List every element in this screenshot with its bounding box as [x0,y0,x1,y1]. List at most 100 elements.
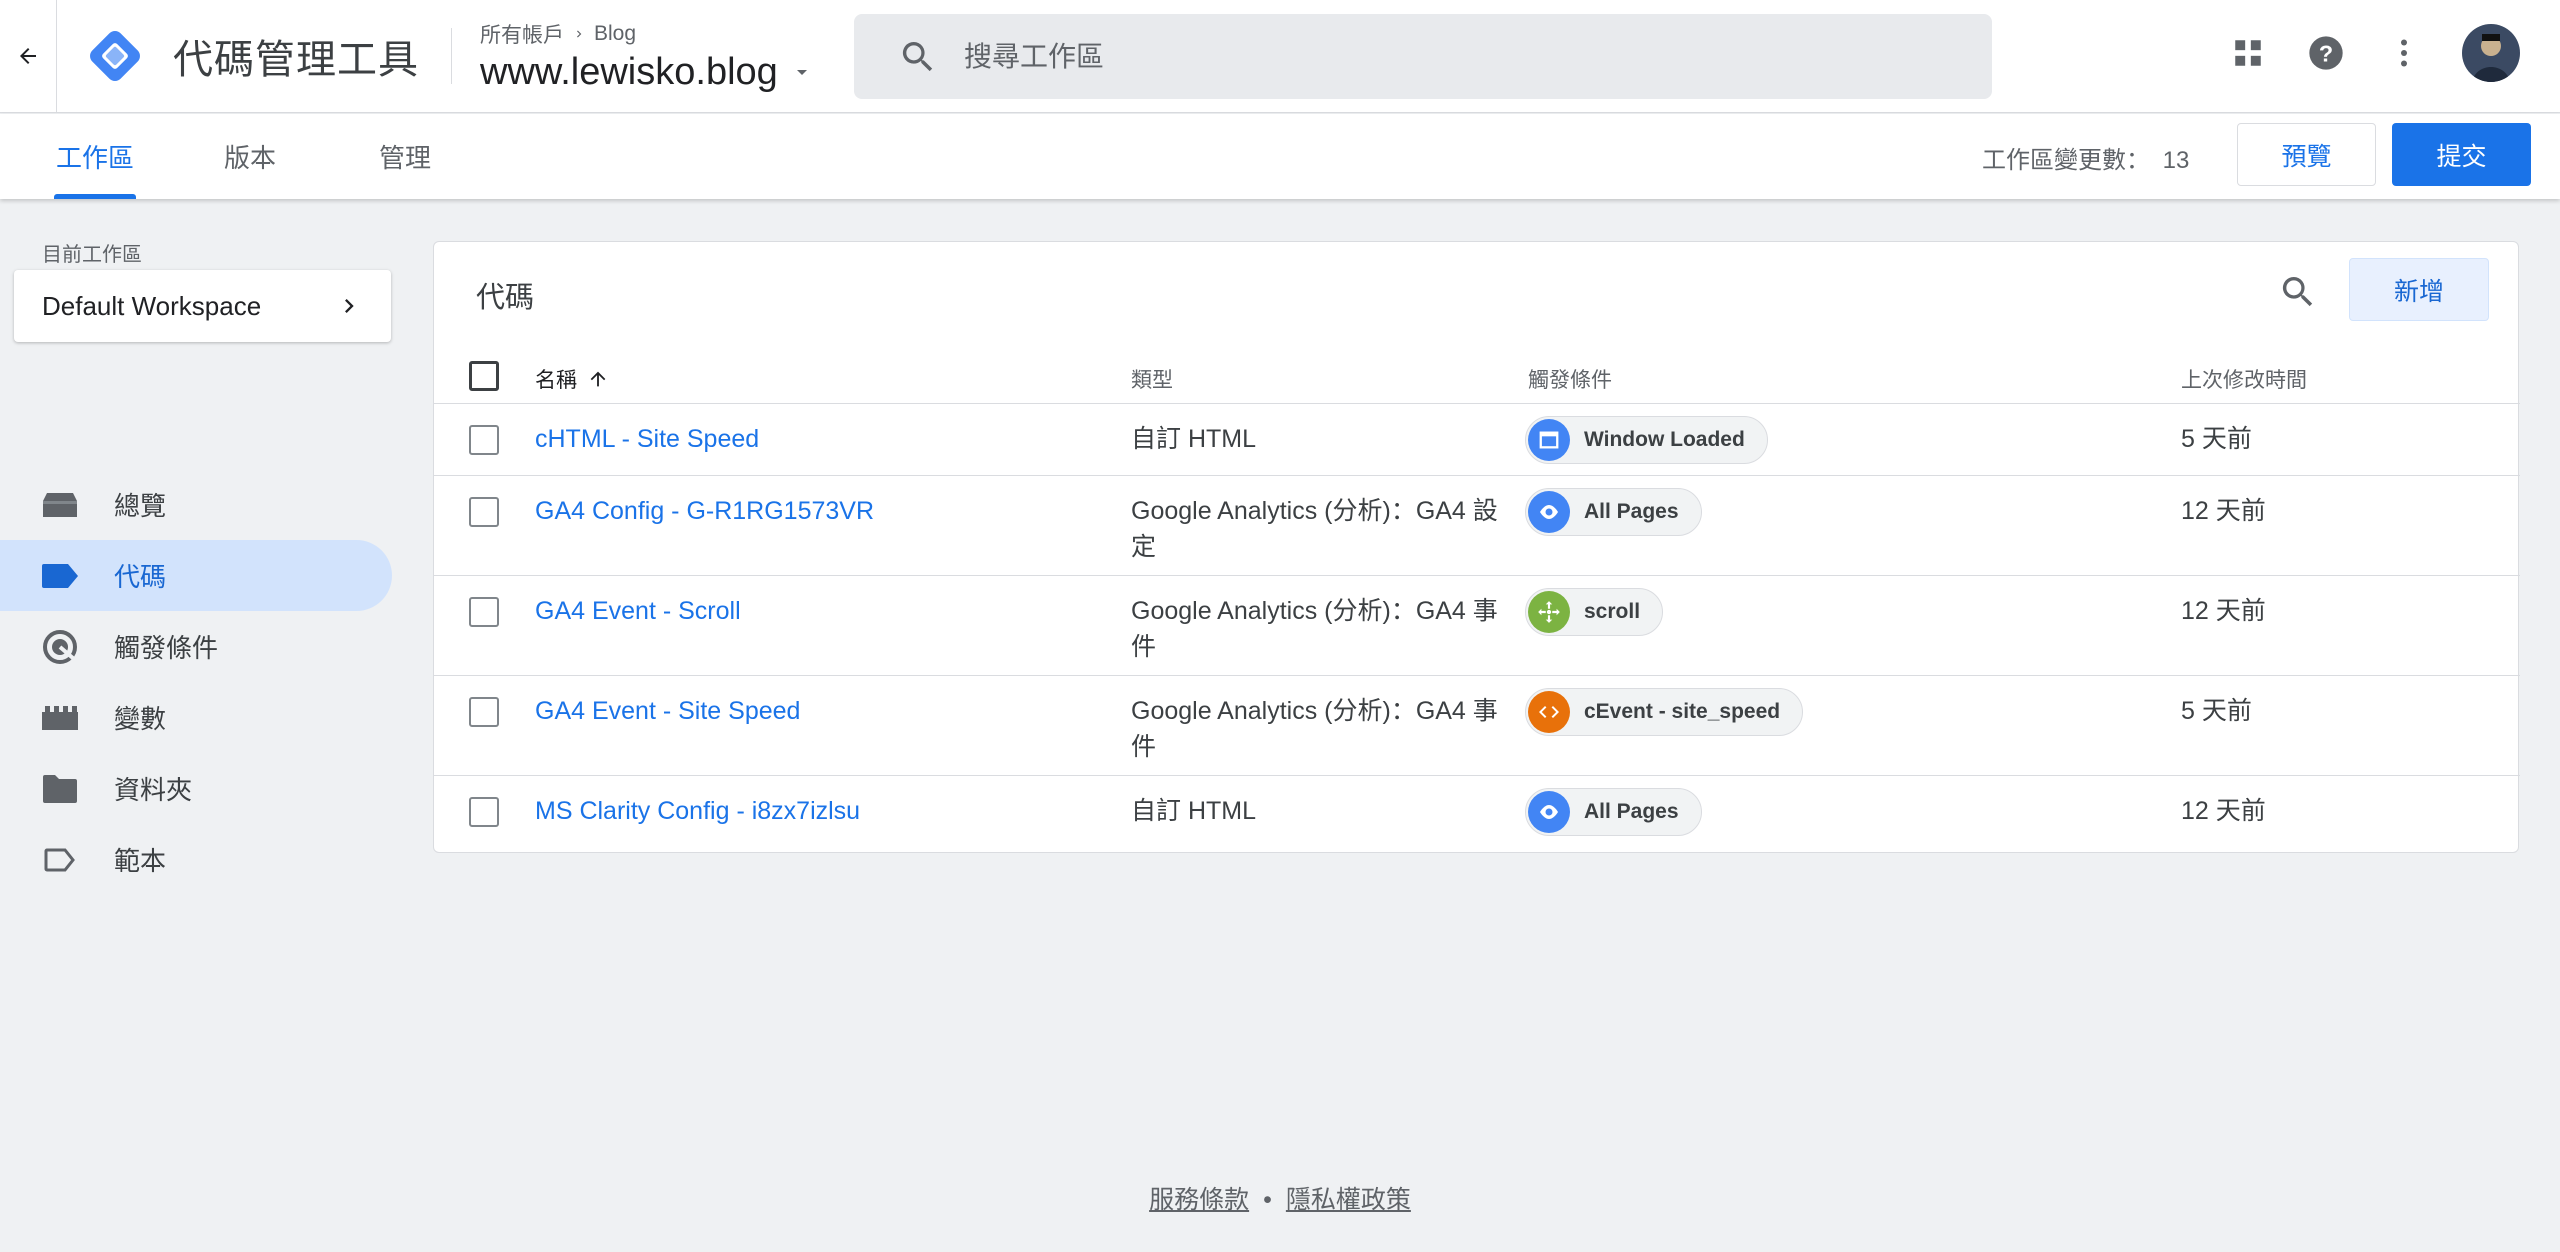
sidebar-item-label: 觸發條件 [114,633,219,663]
apps-grid-icon [2235,40,2261,66]
eye-icon [1528,491,1570,533]
trigger-chip[interactable]: Window Loaded [1525,416,1768,464]
window-icon [1528,419,1570,461]
submit-button[interactable]: 提交 [2392,123,2531,186]
column-name-label: 名稱 [535,369,577,392]
code-icon [1528,691,1570,733]
panel-title: 代碼 [476,282,535,314]
row-checkbox[interactable] [469,597,499,627]
tab-versions[interactable]: 版本 [224,114,276,199]
trigger-chip[interactable]: All Pages [1525,788,1702,836]
eye-icon [1528,791,1570,833]
svg-text:?: ? [2319,40,2333,66]
workspace-changes-label: 工作區變更數： [1982,147,2150,174]
trigger-chip[interactable]: scroll [1525,588,1664,636]
tag-name-link[interactable]: GA4 Config - G-R1RG1573VR [535,493,874,529]
tag-modified: 5 天前 [2181,425,2252,453]
search-input[interactable] [964,40,1864,73]
workspace-search[interactable] [854,14,1992,99]
gtm-logo-icon [87,28,143,84]
container-name[interactable]: www.lewisko.blog [480,51,814,94]
tag-name-link[interactable]: MS Clarity Config - i8zx7izlsu [535,793,860,829]
sidebar-item-tags[interactable]: 代碼 [0,540,392,611]
column-name[interactable]: 名稱 [535,364,609,394]
table-row[interactable]: GA4 Event - Site Speed Google Analytics … [434,677,2520,776]
tag-type: Google Analytics (分析)：GA4 設定 [1131,497,1498,561]
trigger-chip[interactable]: cEvent - site_speed [1525,688,1804,736]
container-selector[interactable]: 所有帳戶 Blog www.lewisko.blog [480,19,814,94]
tag-modified: 12 天前 [2181,797,2266,825]
select-all-checkbox[interactable] [469,361,499,391]
table-row[interactable]: GA4 Config - G-R1RG1573VR Google Analyti… [434,477,2520,576]
search-icon[interactable] [2278,272,2318,312]
help-icon: ? [2309,36,2343,70]
workspace-changes: 工作區變更數： 13 [1982,140,2189,175]
table-header: 名稱 類型 觸發條件 上次修改時間 [434,350,2520,404]
tag-modified: 5 天前 [2181,697,2252,725]
folder-icon [42,771,78,807]
trigger-chip-label: All Pages [1584,500,1679,523]
sidebar-item-label: 資料夾 [114,775,193,805]
workspace-changes-count: 13 [2162,147,2190,174]
sidebar-item-variables[interactable]: 變數 [0,682,392,753]
apps-button[interactable] [2228,33,2268,73]
workspace-tabs-bar: 工作區 版本 管理 工作區變更數： 13 預覽 提交 [0,114,2560,199]
column-trigger[interactable]: 觸發條件 [1528,364,1612,394]
tag-name-link[interactable]: GA4 Event - Site Speed [535,693,800,729]
footer-separator: • [1263,1186,1272,1214]
tab-admin[interactable]: 管理 [379,114,431,199]
sidebar-nav: 總覽 代碼 觸發條件 變數 資料夾 範本 [0,469,392,895]
trigger-chip-label: All Pages [1584,800,1679,823]
back-arrow-icon [20,48,36,64]
sort-ascending-icon [590,371,606,387]
trigger-chip-label: cEvent - site_speed [1584,700,1781,723]
top-app-bar: 代碼管理工具 所有帳戶 Blog www.lewisko.blog ? [0,0,2560,113]
row-checkbox[interactable] [469,697,499,727]
row-checkbox[interactable] [469,425,499,455]
tag-modified: 12 天前 [2181,497,2266,525]
more-vert-icon [2401,39,2407,67]
sidebar-item-folders[interactable]: 資料夾 [0,753,392,824]
overview-icon [42,487,78,523]
tag-type: Google Analytics (分析)：GA4 事件 [1131,597,1498,661]
tag-name-link[interactable]: cHTML - Site Speed [535,421,759,457]
tag-type: 自訂 HTML [1131,425,1257,453]
back-button[interactable] [0,0,57,113]
trigger-icon [42,629,78,665]
dropdown-arrow-icon [796,70,807,75]
chevron-right-icon [577,30,582,37]
help-button[interactable]: ? [2306,33,2346,73]
preview-button[interactable]: 預覽 [2237,123,2376,186]
breadcrumb-account[interactable]: 所有帳戶 [480,19,564,49]
breadcrumb-container[interactable]: Blog [594,22,636,46]
tag-name-link[interactable]: GA4 Event - Scroll [535,593,741,629]
column-type[interactable]: 類型 [1131,364,1173,394]
sidebar-item-templates[interactable]: 範本 [0,824,392,895]
table-row[interactable]: MS Clarity Config - i8zx7izlsu 自訂 HTML A… [434,777,2520,853]
table-row[interactable]: cHTML - Site Speed 自訂 HTML Window Loaded… [434,405,2520,476]
new-tag-button[interactable]: 新增 [2349,258,2489,321]
table-row[interactable]: GA4 Event - Scroll Google Analytics (分析)… [434,577,2520,676]
column-modified[interactable]: 上次修改時間 [2181,364,2307,394]
tab-workspace[interactable]: 工作區 [53,114,137,199]
breadcrumb: 所有帳戶 Blog [480,19,814,49]
terms-link[interactable]: 服務條款 [1149,1186,1249,1214]
sidebar-item-label: 代碼 [114,562,167,592]
avatar[interactable] [2462,24,2520,82]
search-icon [902,41,933,71]
privacy-link[interactable]: 隱私權政策 [1286,1186,1411,1214]
row-checkbox[interactable] [469,497,499,527]
tag-type: Google Analytics (分析)：GA4 事件 [1131,697,1498,761]
chevron-right-icon [345,299,354,313]
sidebar-item-label: 變數 [114,704,167,734]
row-checkbox[interactable] [469,797,499,827]
sidebar-item-triggers[interactable]: 觸發條件 [0,611,392,682]
variable-icon [42,700,78,736]
container-name-label: www.lewisko.blog [480,50,778,93]
sidebar-item-overview[interactable]: 總覽 [0,469,392,540]
trigger-chip[interactable]: All Pages [1525,488,1702,536]
tag-icon [42,558,78,594]
footer: 服務條款 • 隱私權政策 [0,1180,2560,1216]
more-options-button[interactable] [2384,33,2424,73]
workspace-selector[interactable]: Default Workspace [14,270,391,342]
